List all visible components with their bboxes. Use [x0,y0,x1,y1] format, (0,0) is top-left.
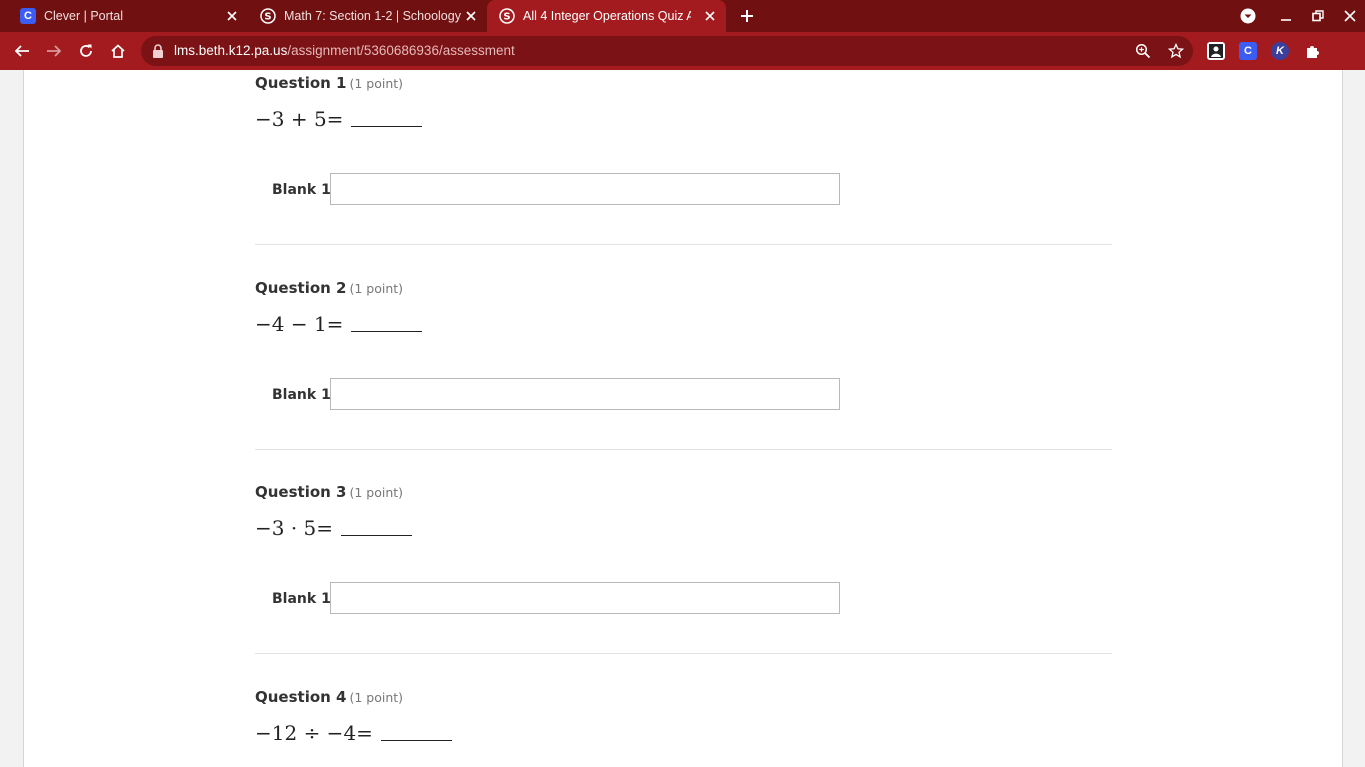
clever-extension-icon[interactable]: C [1239,42,1257,60]
expression-text: −12 ÷ −4= [255,721,373,745]
back-arrow-icon[interactable] [12,41,32,61]
blank-underline [380,739,452,741]
question-points: (1 point) [349,485,404,500]
question-title: Question 1 [255,74,347,92]
question-points: (1 point) [349,690,404,705]
blank-1-input[interactable] [330,173,840,205]
schoology-icon: S [499,8,515,24]
tab-title: All 4 Integer Operations Quiz A | [523,9,691,23]
expression-text: −4 − 1= [255,312,344,336]
url-host: lms.beth.k12.pa.us [174,43,288,58]
close-icon[interactable] [702,8,718,24]
tab-strip: C Clever | Portal S Math 7: Section 1-2 … [0,0,1365,32]
question-expression: −12 ÷ −4= [255,721,452,745]
blank-1-input[interactable] [330,582,840,614]
tab-title: Clever | Portal [44,9,123,23]
lock-icon[interactable] [152,44,164,58]
reload-icon[interactable] [76,41,96,61]
k-extension-icon[interactable]: K [1271,42,1289,60]
tab-clever[interactable]: C Clever | Portal [8,0,248,32]
close-icon[interactable] [463,8,479,24]
expression-text: −3 · 5= [255,516,334,540]
extension-icon[interactable] [1207,42,1225,60]
tab-search-icon[interactable] [1237,6,1259,26]
question-divider [255,449,1112,450]
question-title: Question 3 [255,483,347,501]
blank-1-input[interactable] [330,378,840,410]
question-points: (1 point) [349,76,404,91]
blank-label: Blank 1: [272,591,337,607]
home-icon[interactable] [108,41,128,61]
question-divider [255,653,1112,654]
question-expression: −3 · 5= [255,516,413,540]
blank-label: Blank 1: [272,182,337,198]
question-points: (1 point) [349,281,404,296]
tab-math7-schoology[interactable]: S Math 7: Section 1-2 | Schoology [248,0,487,32]
tab-integer-quiz[interactable]: S All 4 Integer Operations Quiz A | [487,0,726,32]
page-viewport: Question 1 (1 point) −3 + 5= Blank 1: Que… [0,70,1365,767]
svg-text:S: S [264,12,271,23]
address-bar[interactable]: lms.beth.k12.pa.us/assignment/5360686936… [141,36,1193,66]
close-window-icon[interactable] [1339,6,1361,26]
question-header: Question 4 (1 point) [255,687,403,706]
question-expression: −4 − 1= [255,312,423,336]
schoology-icon: S [260,8,276,24]
minimize-icon[interactable] [1275,6,1297,26]
assessment-panel: Question 1 (1 point) −3 + 5= Blank 1: Que… [23,70,1343,767]
blank-underline [351,330,423,332]
expression-text: −3 + 5= [255,107,344,131]
question-title: Question 2 [255,279,347,297]
question-expression: −3 + 5= [255,107,423,131]
tab-title: Math 7: Section 1-2 | Schoology [284,9,461,23]
bookmark-star-icon[interactable] [1167,42,1185,60]
blank-label: Blank 1: [272,387,337,403]
close-icon[interactable] [224,8,240,24]
question-header: Question 3 (1 point) [255,482,403,501]
zoom-icon[interactable] [1134,42,1152,60]
blank-underline [351,125,423,127]
question-header: Question 2 (1 point) [255,278,403,297]
svg-text:S: S [503,12,510,23]
question-divider [255,244,1112,245]
url-text[interactable]: lms.beth.k12.pa.us/assignment/5360686936… [174,43,515,59]
url-path: /assignment/5360686936/assessment [287,43,515,58]
clever-icon: C [20,8,36,24]
puzzle-extensions-icon[interactable] [1303,42,1321,60]
restore-icon[interactable] [1307,6,1329,26]
forward-arrow-icon[interactable] [44,41,64,61]
question-header: Question 1 (1 point) [255,73,403,92]
question-title: Question 4 [255,688,347,706]
browser-toolbar: lms.beth.k12.pa.us/assignment/5360686936… [0,32,1365,70]
new-tab-button[interactable] [737,6,757,26]
blank-underline [341,534,413,536]
